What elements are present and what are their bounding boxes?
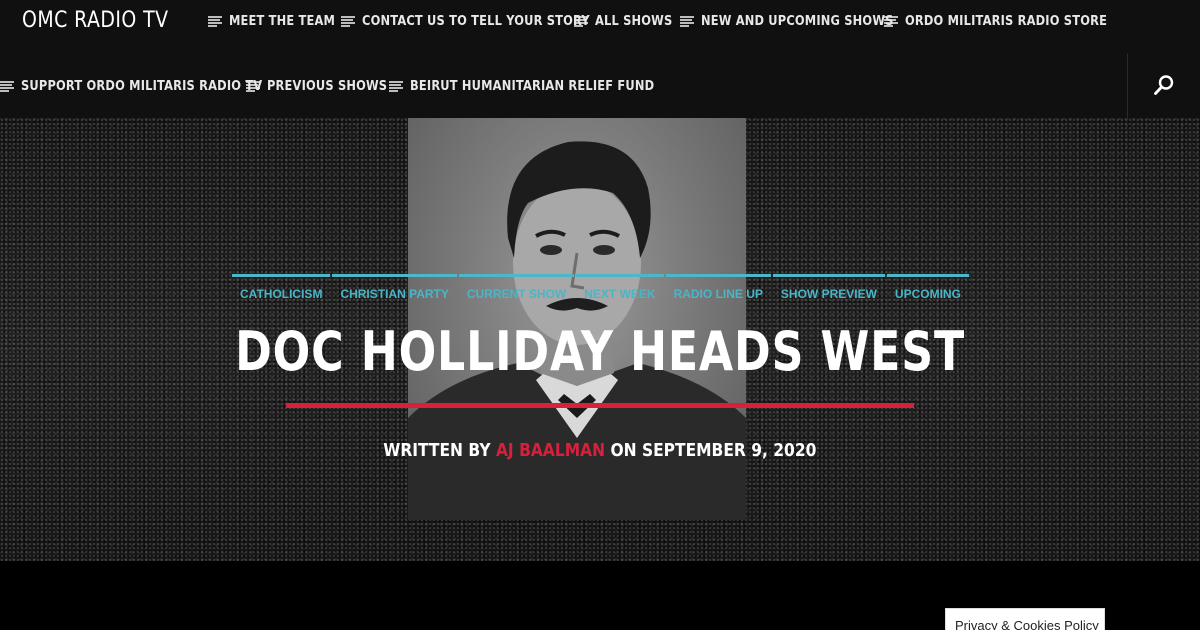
nav-item-label: BEIRUT HUMANITARIAN RELIEF FUND bbox=[410, 78, 655, 94]
post-title: DOC HOLLIDAY HEADS WEST bbox=[0, 320, 1200, 383]
site-header: OMC RADIO TV MEET THE TEAM CONTACT US TO… bbox=[0, 0, 1200, 118]
nav-item-label: PREVIOUS SHOWS bbox=[267, 78, 388, 94]
post-byline: WRITTEN BY AJ BAALMAN ON SEPTEMBER 9, 20… bbox=[0, 440, 1200, 461]
search-divider bbox=[1127, 54, 1128, 118]
menu-lines-icon bbox=[680, 15, 694, 27]
site-title[interactable]: OMC RADIO TV bbox=[22, 6, 168, 36]
category-link[interactable]: CHRISTIAN PARTY bbox=[332, 274, 457, 304]
menu-lines-icon bbox=[341, 15, 355, 27]
category-link[interactable]: NEXT WEEK bbox=[576, 274, 664, 304]
post-date: SEPTEMBER 9, 2020 bbox=[642, 440, 817, 461]
menu-lines-icon bbox=[389, 80, 403, 92]
category-link[interactable]: RADIO LINE UP bbox=[665, 274, 771, 304]
menu-lines-icon bbox=[208, 15, 222, 27]
nav-item-new-and-upcoming-shows[interactable]: NEW AND UPCOMING SHOWS bbox=[680, 14, 893, 29]
search-button[interactable] bbox=[1152, 73, 1176, 97]
nav-item-radio-store[interactable]: ORDO MILITARIS RADIO STORE bbox=[884, 14, 1107, 29]
nav-item-label: ORDO MILITARIS RADIO STORE bbox=[905, 13, 1108, 29]
menu-lines-icon bbox=[0, 80, 14, 92]
primary-nav-row-2: SUPPORT ORDO MILITARIS RADIO TV PREVIOUS… bbox=[0, 76, 654, 96]
primary-nav-row-1: MEET THE TEAM CONTACT US TO TELL YOUR ST… bbox=[208, 11, 1107, 31]
nav-item-label: SUPPORT ORDO MILITARIS RADIO TV bbox=[21, 78, 263, 94]
nav-item-label: MEET THE TEAM bbox=[229, 13, 336, 29]
category-link[interactable]: UPCOMING bbox=[886, 274, 969, 304]
category-link[interactable]: CATHOLICISM bbox=[232, 274, 331, 304]
featured-hero: CATHOLICISM CHRISTIAN PARTY CURRENT SHOW… bbox=[0, 118, 1200, 561]
byline-inner: WRITTEN BY AJ BAALMAN ON SEPTEMBER 9, 20… bbox=[383, 440, 816, 461]
author-link[interactable]: AJ BAALMAN bbox=[496, 440, 605, 461]
post-title-text: DOC HOLLIDAY HEADS WEST bbox=[235, 320, 965, 383]
nav-item-contact-us[interactable]: CONTACT US TO TELL YOUR STORY bbox=[341, 14, 590, 29]
nav-item-beirut-relief-fund[interactable]: BEIRUT HUMANITARIAN RELIEF FUND bbox=[389, 79, 654, 94]
nav-item-label: NEW AND UPCOMING SHOWS bbox=[701, 13, 894, 29]
nav-item-support[interactable]: SUPPORT ORDO MILITARIS RADIO TV bbox=[0, 79, 262, 94]
search-icon bbox=[1154, 75, 1174, 95]
nav-item-label: CONTACT US TO TELL YOUR STORY bbox=[362, 13, 590, 29]
privacy-cookies-button[interactable]: Privacy & Cookies Policy bbox=[945, 608, 1105, 630]
nav-item-label: ALL SHOWS bbox=[595, 13, 673, 29]
nav-item-previous-shows[interactable]: PREVIOUS SHOWS bbox=[246, 79, 389, 94]
byline-middle: ON bbox=[605, 440, 643, 461]
nav-item-meet-the-team[interactable]: MEET THE TEAM bbox=[208, 14, 341, 29]
title-underline bbox=[286, 403, 914, 408]
post-categories: CATHOLICISM CHRISTIAN PARTY CURRENT SHOW… bbox=[232, 274, 971, 301]
byline-prefix: WRITTEN BY bbox=[383, 440, 497, 461]
category-link[interactable]: SHOW PREVIEW bbox=[772, 274, 885, 304]
category-link[interactable]: CURRENT SHOW bbox=[458, 274, 575, 304]
